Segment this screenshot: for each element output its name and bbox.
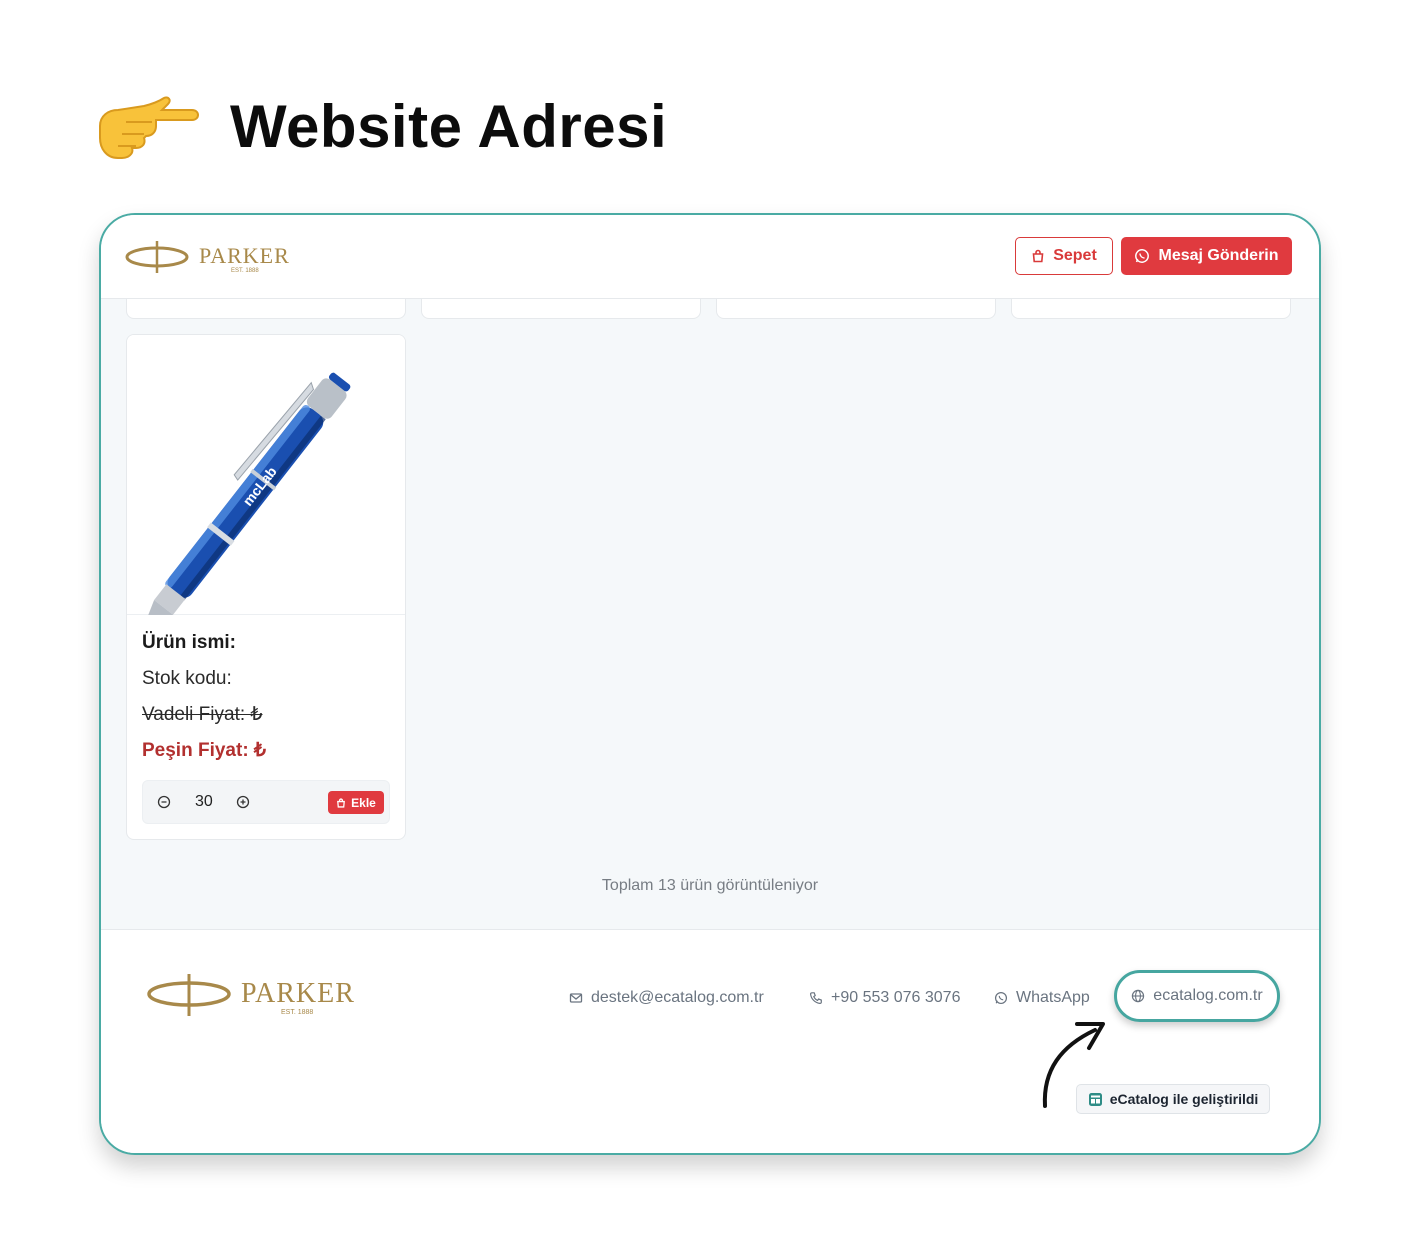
product-name-label: Ürün ismi:: [142, 632, 236, 653]
footer-phone-link[interactable]: +90 553 076 3076: [809, 989, 960, 1007]
send-message-button[interactable]: Mesaj Gönderin: [1121, 237, 1292, 275]
increase-quantity-button[interactable]: [234, 793, 252, 811]
website-url: ecatalog.com.tr: [1153, 987, 1263, 1004]
footer-email-link[interactable]: destek@ecatalog.com.tr: [569, 989, 764, 1007]
website-link[interactable]: ecatalog.com.tr: [1114, 970, 1280, 1022]
browser-frame: PARKER EST. 1888 Sepet Mesaj Gönderin mc…: [99, 213, 1321, 1155]
footer-logo-text: PARKER: [241, 978, 355, 1009]
cart-button[interactable]: Sepet: [1015, 237, 1113, 275]
product-info: Ürün ismi: Stok kodu: Vadeli Fiyat: ₺ Pe…: [142, 631, 392, 775]
page-title: Website Adresi: [230, 93, 668, 160]
decrease-quantity-button[interactable]: [155, 793, 173, 811]
site-footer: PARKER EST. 1888 destek@ecatalog.com.tr …: [101, 929, 1319, 1153]
powered-by-badge[interactable]: eCatalog ile geliştirildi: [1076, 1084, 1270, 1114]
footer-whatsapp-link[interactable]: WhatsApp: [994, 989, 1090, 1007]
quantity-stepper: 30 Ekle: [142, 780, 390, 824]
header-logo-sub: EST. 1888: [231, 268, 259, 274]
powered-by-text: eCatalog ile geliştirildi: [1109, 1091, 1259, 1107]
cash-price-label: Peşin Fiyat: ₺: [142, 740, 267, 761]
page-heading: Website Adresi: [96, 88, 667, 168]
stock-code-label: Stok kodu:: [142, 668, 232, 689]
mail-icon: [569, 993, 583, 1003]
footer-phone: +90 553 076 3076: [831, 989, 961, 1006]
minus-circle-icon: [157, 795, 171, 809]
header-logo-text: PARKER: [199, 243, 290, 268]
send-message-label: Mesaj Gönderin: [1158, 247, 1279, 264]
pointing-hand-icon: [96, 92, 200, 164]
product-image[interactable]: mcLab: [127, 335, 405, 615]
footer-parker-logo[interactable]: PARKER EST. 1888: [147, 970, 367, 1022]
footer-whatsapp: WhatsApp: [1016, 989, 1090, 1006]
footer-email: destek@ecatalog.com.tr: [591, 989, 764, 1006]
whatsapp-icon: [1135, 249, 1150, 263]
deferred-price-label: Vadeli Fiyat: ₺: [142, 704, 263, 725]
add-label: Ekle: [351, 795, 376, 810]
footer-logo-sub: EST. 1888: [281, 1009, 313, 1016]
whatsapp-icon: [994, 991, 1008, 1005]
bag-icon: [1032, 249, 1044, 263]
phone-icon: [809, 992, 822, 1005]
product-count-text: Toplam 13 ürün görüntüleniyor: [601, 877, 819, 894]
parker-logo[interactable]: PARKER EST. 1888: [125, 237, 295, 277]
site-header: PARKER EST. 1888 Sepet Mesaj Gönderin: [101, 215, 1319, 299]
quantity-value[interactable]: 30: [195, 793, 213, 811]
catalog-icon: [1088, 1092, 1102, 1106]
globe-icon: [1132, 989, 1145, 1003]
bag-icon: [337, 797, 346, 808]
plus-circle-icon: [236, 795, 250, 809]
cart-label: Sepet: [1053, 247, 1097, 264]
product-card[interactable]: mcLab Ürün ismi: Stok kodu: Vadeli Fiyat…: [126, 334, 406, 840]
add-to-cart-button[interactable]: Ekle: [328, 791, 384, 814]
